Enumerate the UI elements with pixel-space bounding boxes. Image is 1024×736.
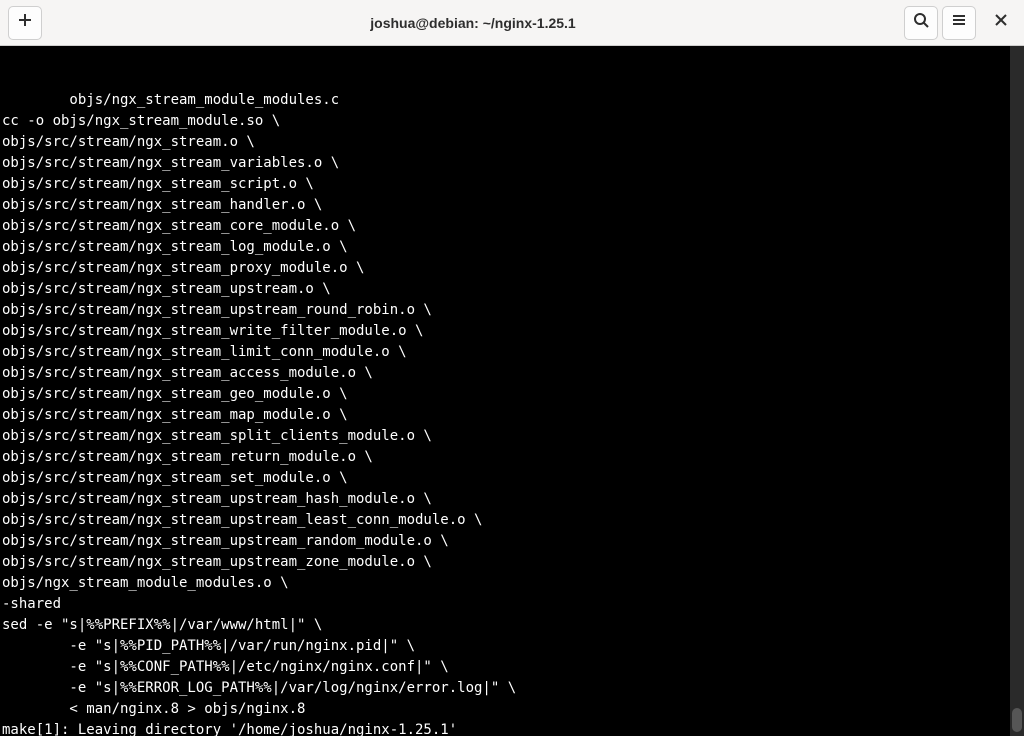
scrollbar-track[interactable]: [1010, 46, 1024, 736]
titlebar-right: [904, 6, 1016, 40]
search-icon: [913, 12, 929, 33]
titlebar-left: [8, 6, 42, 40]
close-icon: [993, 12, 1009, 33]
menu-button[interactable]: [942, 6, 976, 40]
terminal-output: objs/ngx_stream_module_modules.c cc -o o…: [2, 90, 1022, 736]
new-tab-button[interactable]: [8, 6, 42, 40]
window-title: joshua@debian: ~/nginx-1.25.1: [42, 15, 904, 31]
close-button[interactable]: [986, 8, 1016, 38]
plus-icon: [17, 12, 33, 33]
scrollbar-thumb[interactable]: [1012, 708, 1022, 732]
hamburger-icon: [951, 12, 967, 33]
terminal-area[interactable]: objs/ngx_stream_module_modules.c cc -o o…: [0, 46, 1024, 736]
titlebar: joshua@debian: ~/nginx-1.25.1: [0, 0, 1024, 46]
search-button[interactable]: [904, 6, 938, 40]
